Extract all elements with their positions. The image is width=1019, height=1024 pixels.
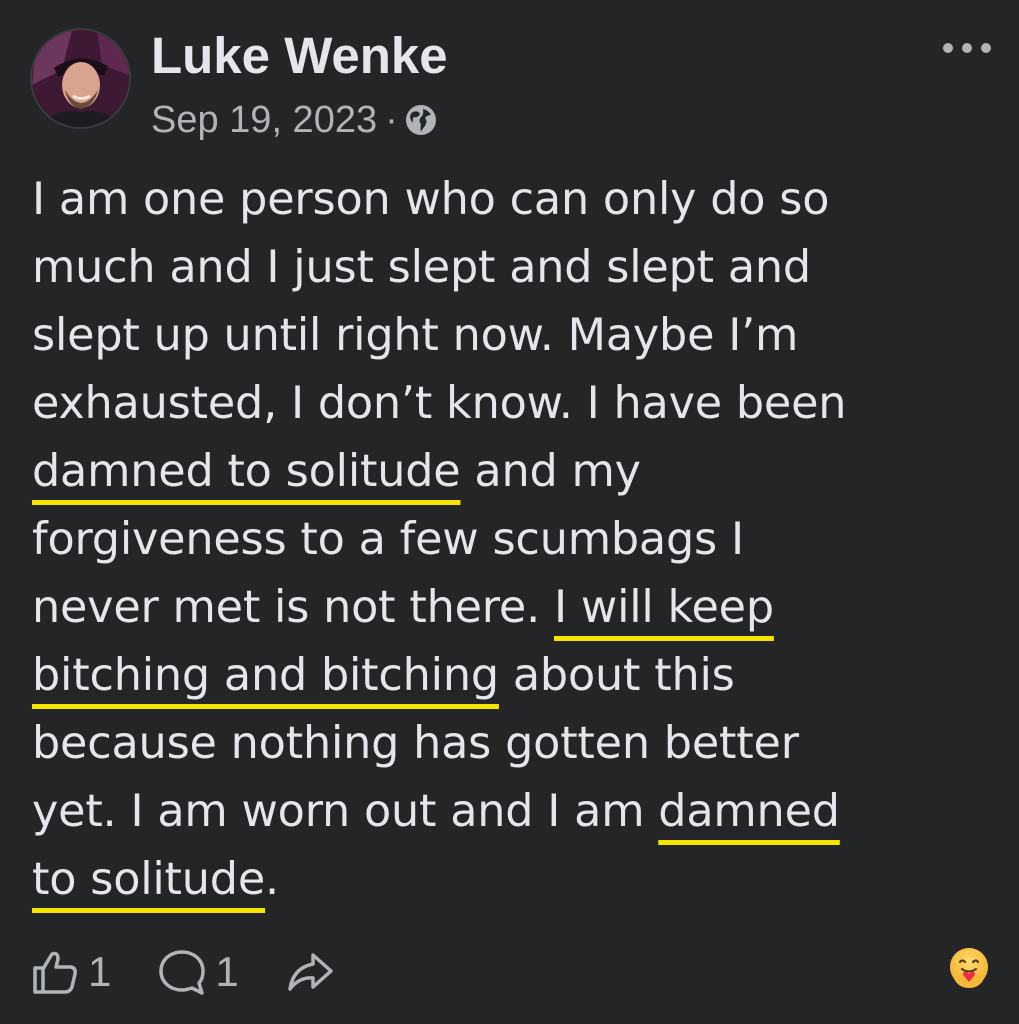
action-bar: 1 1 [30,940,990,1004]
post-body-line: much and I just slept and slept and [32,234,992,302]
post-body-line: damned to solitude and my [32,438,992,506]
comment-button[interactable]: 1 [157,947,239,997]
underlined-phrase: bitching and bitching [32,650,499,701]
post-body-line: exhausted, I don’t know. I have been [32,370,992,438]
underlined-phrase: damned to solitude [32,446,461,497]
post-body-line: forgiveness to a few scumbags I [32,506,992,574]
care-reaction-icon[interactable] [947,946,991,990]
post-body-line: never met is not there. I will keep [32,574,992,642]
post-card: Luke Wenke Sep 19, 2023 · I am one perso… [0,0,1019,1024]
body-text: never met is not there. [32,582,554,633]
body-text: I am one person who can only do so [32,174,830,225]
post-date[interactable]: Sep 19, 2023 [151,99,377,142]
post-body-line: to solitude. [32,846,992,914]
post-body-line: slept up until right now. Maybe I’m [32,302,992,370]
post-body-line: yet. I am worn out and I am damned [32,778,992,846]
post-body-line: because nothing has gotten better [32,710,992,778]
more-dot [943,43,953,53]
more-options-icon[interactable] [943,36,991,60]
post-body-line: bitching and bitching about this [32,642,992,710]
globe-icon [404,103,438,137]
post-body: I am one person who can only do so much a… [32,166,992,914]
author-name[interactable]: Luke Wenke [151,27,448,85]
body-text: slept up until right now. Maybe I’m [32,310,799,361]
thumbs-up-icon [33,951,77,994]
meta-separator: · [385,98,398,141]
like-count: 1 [88,948,112,995]
post-body-line: I am one person who can only do so [32,166,992,234]
underlined-phrase: damned [658,786,840,837]
body-text: forgiveness to a few scumbags I [32,514,744,565]
like-button[interactable]: 1 [30,947,111,997]
body-text: much and I just slept and slept and [32,242,811,293]
body-text: . [265,854,279,905]
more-dot [962,43,972,53]
underlined-phrase: to solitude [32,854,266,905]
body-text: yet. I am worn out and I am [32,786,659,837]
body-text: exhausted, I don’t know. I have been [32,378,847,429]
body-text: about this [498,650,735,701]
avatar-image [32,30,129,127]
comment-count: 1 [215,948,239,995]
share-button[interactable] [285,947,335,997]
post-meta: Sep 19, 2023 · [151,96,438,144]
body-text: and my [460,446,641,497]
avatar[interactable] [32,30,129,127]
underlined-phrase: I will keep [554,582,774,633]
comment-icon [159,950,206,995]
body-text: because nothing has gotten better [32,718,799,769]
share-icon [287,953,333,991]
more-dot [981,43,991,53]
